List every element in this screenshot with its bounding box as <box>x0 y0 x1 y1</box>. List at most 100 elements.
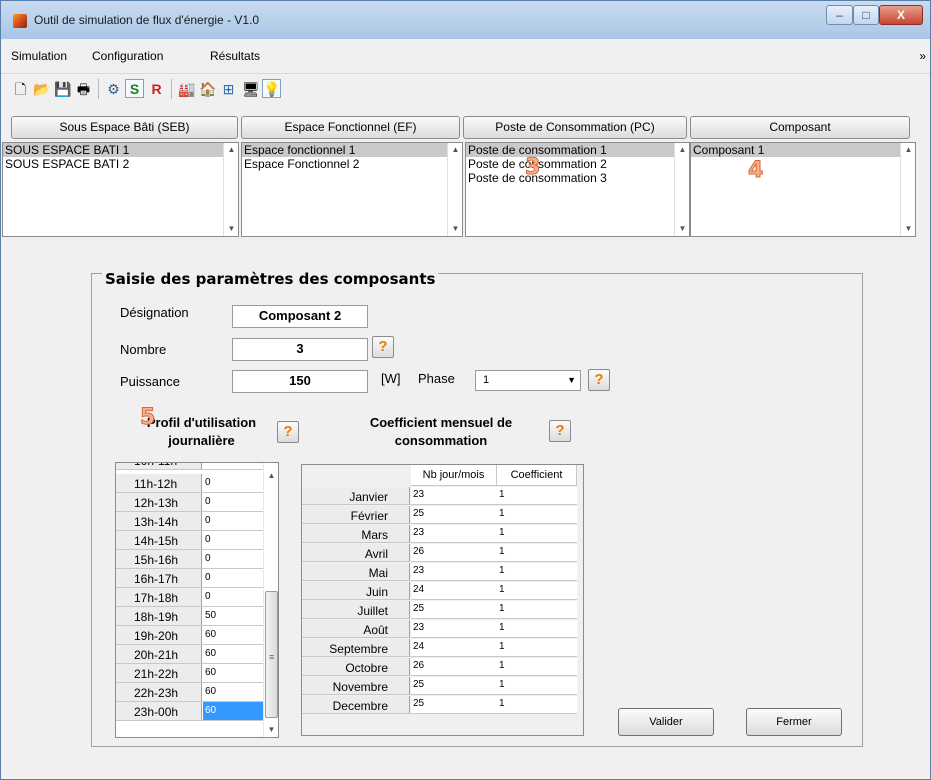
nombre-field[interactable]: 3 <box>232 338 368 361</box>
maximize-button[interactable]: □ <box>853 5 879 25</box>
profil-title-line2: journalière <box>168 433 235 448</box>
help-button[interactable]: ? <box>372 336 394 358</box>
scrollbar[interactable]: ▲ ▼ <box>223 143 238 236</box>
fermer-button[interactable]: Fermer <box>746 708 842 736</box>
table-row[interactable]: 11h-12h 0 <box>116 474 264 493</box>
save-icon[interactable]: 💾 <box>53 79 72 98</box>
scrollbar[interactable]: ▲ ≡ ▼ <box>263 463 278 737</box>
table-row[interactable]: 10h-11h0 <box>116 463 264 470</box>
table-row[interactable]: Février 25 1 <box>302 506 583 524</box>
menu-bar: Simulation Configuration Résultats » <box>1 39 930 74</box>
menu-simulation[interactable]: Simulation <box>11 49 67 63</box>
ef-listbox[interactable]: Espace fonctionnel 1 Espace Fonctionnel … <box>241 142 463 237</box>
scrollbar[interactable]: ▲ ▼ <box>447 143 462 236</box>
designation-field[interactable]: Composant 2 <box>232 305 368 328</box>
table-row[interactable]: Août 23 1 <box>302 620 583 638</box>
table-row[interactable]: 13h-14h 0 <box>116 512 264 531</box>
composant-header-button[interactable]: Composant <box>690 116 910 139</box>
toolbar-separator <box>171 79 172 99</box>
minimize-button[interactable]: – <box>826 5 853 25</box>
coef-title-line2: consommation <box>394 433 488 448</box>
house-icon[interactable]: 🏠 <box>198 79 217 98</box>
table-row[interactable]: Decembre 25 1 <box>302 696 583 714</box>
composant-listbox[interactable]: Composant 1 ▲ ▼ <box>690 142 916 237</box>
help-button[interactable]: ? <box>277 421 299 443</box>
table-row[interactable]: 14h-15h 0 <box>116 531 264 550</box>
help-button[interactable]: ? <box>588 369 610 391</box>
table-row[interactable]: 15h-16h 0 <box>116 550 264 569</box>
table-row[interactable]: Novembre 25 1 <box>302 677 583 695</box>
table-row[interactable]: 12h-13h 0 <box>116 493 264 512</box>
print-icon[interactable]: 🖶 <box>74 79 93 98</box>
list-item[interactable]: Espace fonctionnel 1 <box>242 143 462 157</box>
scroll-thumb[interactable]: ≡ <box>265 591 278 718</box>
phase-select[interactable]: 1 ▼ <box>475 370 581 391</box>
title-bar[interactable]: Outil de simulation de flux d'énergie - … <box>1 1 930 39</box>
list-item[interactable]: Poste de consommation 1 <box>466 143 689 157</box>
list-item[interactable]: Composant 1 <box>691 143 915 157</box>
menu-resultats[interactable]: Résultats <box>210 49 260 63</box>
annotation-number-3: 3 <box>524 155 541 181</box>
bulb-icon[interactable]: 💡 <box>262 79 281 98</box>
monthly-coefficient-table[interactable]: Nb jour/mois Coefficient Janvier 23 1 Févr… <box>301 464 584 736</box>
simulate-s-button[interactable]: S <box>125 79 144 98</box>
help-button[interactable]: ? <box>549 420 571 442</box>
list-item[interactable]: Poste de consommation 2 <box>466 157 689 171</box>
seb-listbox[interactable]: SOUS ESPACE BATI 1 SOUS ESPACE BATI 2 ▲ ▼ <box>2 142 239 237</box>
new-file-icon[interactable]: 🗋 <box>11 79 30 98</box>
table-row[interactable]: Octobre 26 1 <box>302 658 583 676</box>
table-row[interactable]: 22h-23h 60 <box>116 683 264 702</box>
grid-icon[interactable]: ⊞ <box>219 79 238 98</box>
coef-title-line1: Coefficient mensuel de <box>369 415 513 430</box>
results-r-button[interactable]: R <box>147 79 166 98</box>
toolbar: 🗋 📂 💾 🖶 ⚙ S R 🏭 🏠 ⊞ 🖥 💡 <box>1 75 930 103</box>
chevron-down-icon: ▼ <box>567 375 576 385</box>
app-window: Outil de simulation de flux d'énergie - … <box>0 0 931 780</box>
designation-label: Désignation <box>120 305 189 320</box>
window-title: Outil de simulation de flux d'énergie - … <box>34 13 260 27</box>
table-row[interactable]: 20h-21h 60 <box>116 645 264 664</box>
list-item[interactable]: SOUS ESPACE BATI 2 <box>3 157 238 171</box>
close-button[interactable]: X <box>879 5 923 25</box>
matlab-icon <box>13 14 27 28</box>
menu-overflow-icon[interactable]: » <box>919 49 926 63</box>
table-row[interactable]: Mai 23 1 <box>302 563 583 581</box>
menu-configuration[interactable]: Configuration <box>92 49 163 63</box>
scrollbar[interactable]: ▲ ▼ <box>900 143 915 236</box>
table-row[interactable]: Avril 26 1 <box>302 544 583 562</box>
table-row[interactable]: Juin 24 1 <box>302 582 583 600</box>
settings-gear-icon[interactable]: ⚙ <box>104 79 123 98</box>
building-icon[interactable]: 🏭 <box>177 79 196 98</box>
toolbar-separator <box>98 79 99 99</box>
power-unit-label: [W] <box>381 371 401 386</box>
list-item[interactable]: Poste de consommation 3 <box>466 171 689 185</box>
table-row[interactable]: 17h-18h 0 <box>116 588 264 607</box>
open-folder-icon[interactable]: 📂 <box>32 79 51 98</box>
nombre-label: Nombre <box>120 342 167 357</box>
puissance-label: Puissance <box>120 374 180 389</box>
pc-header-button[interactable]: Poste de Consommation (PC) <box>463 116 687 139</box>
list-item[interactable]: SOUS ESPACE BATI 1 <box>3 143 238 157</box>
seb-header-button[interactable]: Sous Espace Bâti (SEB) <box>11 116 238 139</box>
valider-button[interactable]: Valider <box>618 708 714 736</box>
annotation-number-4: 4 <box>747 158 764 184</box>
table-row[interactable]: 16h-17h 0 <box>116 569 264 588</box>
table-row[interactable]: 23h-00h 60 <box>116 702 264 721</box>
puissance-field[interactable]: 150 <box>232 370 368 393</box>
annotation-number-5: 5 <box>139 405 156 431</box>
table-row[interactable]: 21h-22h 60 <box>116 664 264 683</box>
table-row[interactable]: 19h-20h 60 <box>116 626 264 645</box>
monitor-icon[interactable]: 🖥 <box>241 79 260 98</box>
daily-profile-table[interactable]: 10h-11h0 11h-12h0 12h-13h0 13h-14h0 14h-… <box>115 462 279 738</box>
table-row[interactable]: Janvier 23 1 <box>302 487 583 505</box>
scrollbar[interactable]: ▲ ▼ <box>674 143 689 236</box>
table-row[interactable]: Mars 23 1 <box>302 525 583 543</box>
ef-header-button[interactable]: Espace Fonctionnel (EF) <box>241 116 460 139</box>
table-row[interactable]: Septembre 24 1 <box>302 639 583 657</box>
list-item[interactable]: Espace Fonctionnel 2 <box>242 157 462 171</box>
table-row[interactable]: Juillet 25 1 <box>302 601 583 619</box>
scroll-up-icon: ▲ <box>267 471 276 480</box>
scroll-down-icon: ▼ <box>267 725 276 734</box>
pc-listbox[interactable]: Poste de consommation 1 Poste de consomm… <box>465 142 690 237</box>
table-row[interactable]: 18h-19h 50 <box>116 607 264 626</box>
